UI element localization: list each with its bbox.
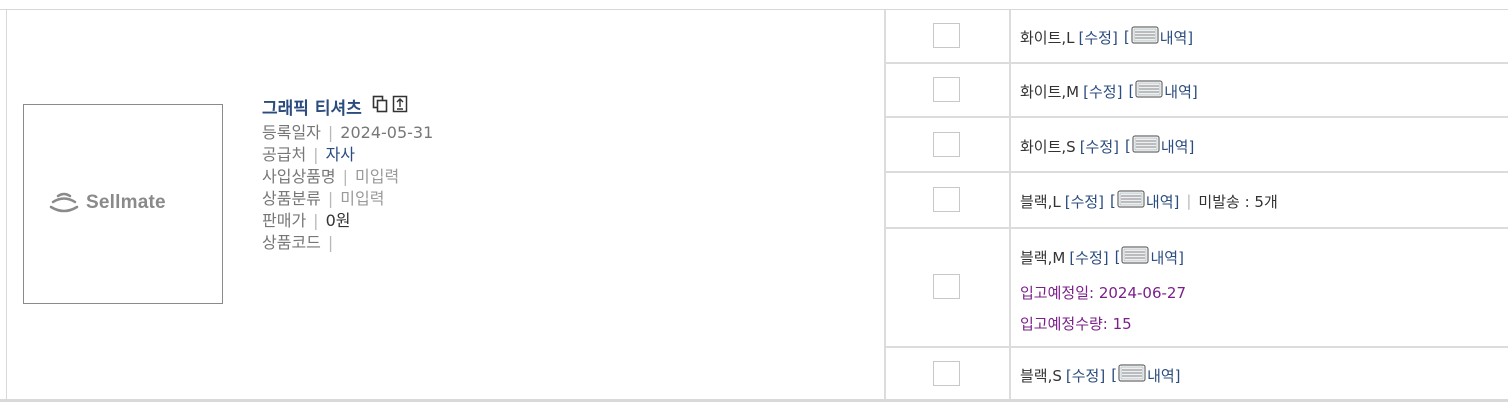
history-open-bracket: [ (1123, 28, 1130, 46)
table-top-border (0, 0, 1508, 10)
separator: | (1186, 192, 1192, 210)
separator: | (327, 123, 334, 142)
registered-date-row: 등록일자 | 2024-05-31 (262, 119, 434, 142)
list-icon (1117, 190, 1145, 212)
separator: | (313, 211, 319, 230)
row-divider (886, 346, 1508, 348)
history-label: 내역] (1150, 248, 1184, 267)
option-checkbox[interactable] (933, 132, 960, 157)
expected-arrival-qty: 입고예정수량: 15 (1020, 315, 1132, 333)
supplier-label: 공급처 (262, 145, 307, 164)
option-name: 화이트,L (1020, 28, 1075, 47)
price-value: 0원 (325, 211, 351, 230)
supplier-row: 공급처 | 자사 (262, 141, 433, 164)
list-icon (1132, 135, 1160, 157)
history-link[interactable]: [ 내역] (1111, 364, 1181, 386)
sellmate-logo-icon (49, 192, 79, 213)
option-row: 블랙,S [수정] [ 내역] (1020, 364, 1181, 386)
history-link[interactable]: [ 내역] (1128, 80, 1198, 102)
option-checkbox[interactable] (933, 361, 960, 386)
price-label: 판매가 (262, 211, 307, 230)
purchase-name-label: 사입상품명 (262, 167, 336, 186)
edit-link[interactable]: [수정] (1080, 136, 1119, 157)
separator: | (313, 145, 319, 164)
registered-value: 2024-05-31 (340, 123, 434, 142)
separator: | (327, 189, 334, 208)
product-info: 그래픽 티셔츠 등록일자 | 2024-05-31 공급처 | 자사 사입상품명 | 미입력… (262, 93, 434, 252)
sellmate-logo-text: Sellmate (86, 192, 166, 213)
edit-link[interactable]: [수정] (1083, 81, 1122, 102)
purchase-name-value: 미입력 (355, 167, 400, 186)
option-row: 화이트,S [수정] [ 내역] (1020, 135, 1194, 157)
option-checkbox[interactable] (933, 23, 960, 48)
category-value: 미입력 (340, 189, 385, 208)
row-divider (886, 171, 1508, 173)
supplier-value[interactable]: 자사 (326, 145, 355, 164)
option-row: 화이트,M [수정] [ 내역] (1020, 80, 1198, 102)
product-code-label: 상품코드 (262, 233, 321, 252)
edit-link[interactable]: [수정] (1065, 191, 1104, 212)
option-row: 블랙,L [수정] [ 내역] | 미발송 : 5개 (1020, 190, 1278, 212)
column-divider-checkbox (1009, 10, 1011, 399)
history-link[interactable]: [ 내역] (1115, 246, 1184, 268)
edit-link[interactable]: [수정] (1066, 365, 1105, 386)
list-icon (1121, 246, 1150, 268)
copy-icon[interactable] (372, 95, 388, 117)
history-label: 내역] (1159, 28, 1194, 47)
history-open-bracket: [ (1111, 366, 1118, 384)
list-icon (1131, 26, 1159, 48)
history-link[interactable]: [ 내역] (1124, 26, 1193, 48)
expected-arrival-date: 입고예정일: 2024-06-27 (1020, 284, 1186, 302)
list-icon (1118, 364, 1146, 386)
column-divider-product (884, 10, 886, 399)
product-code-row: 상품코드 | (262, 229, 433, 252)
option-name: 블랙,M (1020, 248, 1066, 267)
price-row: 판매가 | 0원 (262, 207, 433, 230)
export-icon[interactable] (392, 95, 408, 117)
history-link[interactable]: [ 내역] (1125, 135, 1194, 157)
option-name: 화이트,S (1020, 137, 1076, 156)
history-label: 내역] (1147, 366, 1181, 385)
history-open-bracket: [ (1125, 137, 1131, 155)
option-row: 화이트,L [수정] [ 내역] (1020, 26, 1193, 48)
category-label: 상품분류 (262, 189, 321, 208)
row-divider (886, 116, 1508, 118)
table-left-border (6, 10, 7, 399)
history-label: 내역] (1145, 192, 1180, 211)
row-divider (886, 62, 1508, 64)
unsent-count: 미발송 : 5개 (1198, 192, 1278, 211)
history-label: 내역] (1164, 82, 1198, 101)
option-name: 블랙,L (1020, 192, 1061, 211)
edit-link[interactable]: [수정] (1079, 27, 1118, 48)
option-checkbox[interactable] (933, 77, 960, 102)
history-open-bracket: [ (1110, 192, 1116, 210)
history-open-bracket: [ (1128, 82, 1135, 100)
purchase-name-row: 사입상품명 | 미입력 (262, 163, 433, 186)
registered-label: 등록일자 (262, 123, 321, 142)
history-link[interactable]: [ 내역] (1110, 190, 1179, 212)
option-checkbox[interactable] (933, 187, 960, 212)
separator: | (342, 167, 348, 186)
product-name-link[interactable]: 그래픽 티셔츠 (262, 94, 362, 119)
table-bottom-border (0, 399, 1508, 402)
category-row: 상품분류 | 미입력 (262, 185, 433, 208)
option-name: 화이트,M (1020, 82, 1080, 101)
sellmate-logo: Sellmate (48, 192, 166, 214)
separator: | (327, 233, 334, 252)
list-icon (1135, 80, 1163, 102)
history-open-bracket: [ (1114, 248, 1121, 266)
option-row: 블랙,M [수정] [ 내역] (1020, 246, 1184, 268)
option-name: 블랙,S (1020, 366, 1062, 385)
edit-link[interactable]: [수정] (1069, 247, 1108, 268)
option-checkbox[interactable] (933, 274, 960, 299)
history-label: 내역] (1160, 137, 1195, 156)
row-divider (886, 227, 1508, 229)
